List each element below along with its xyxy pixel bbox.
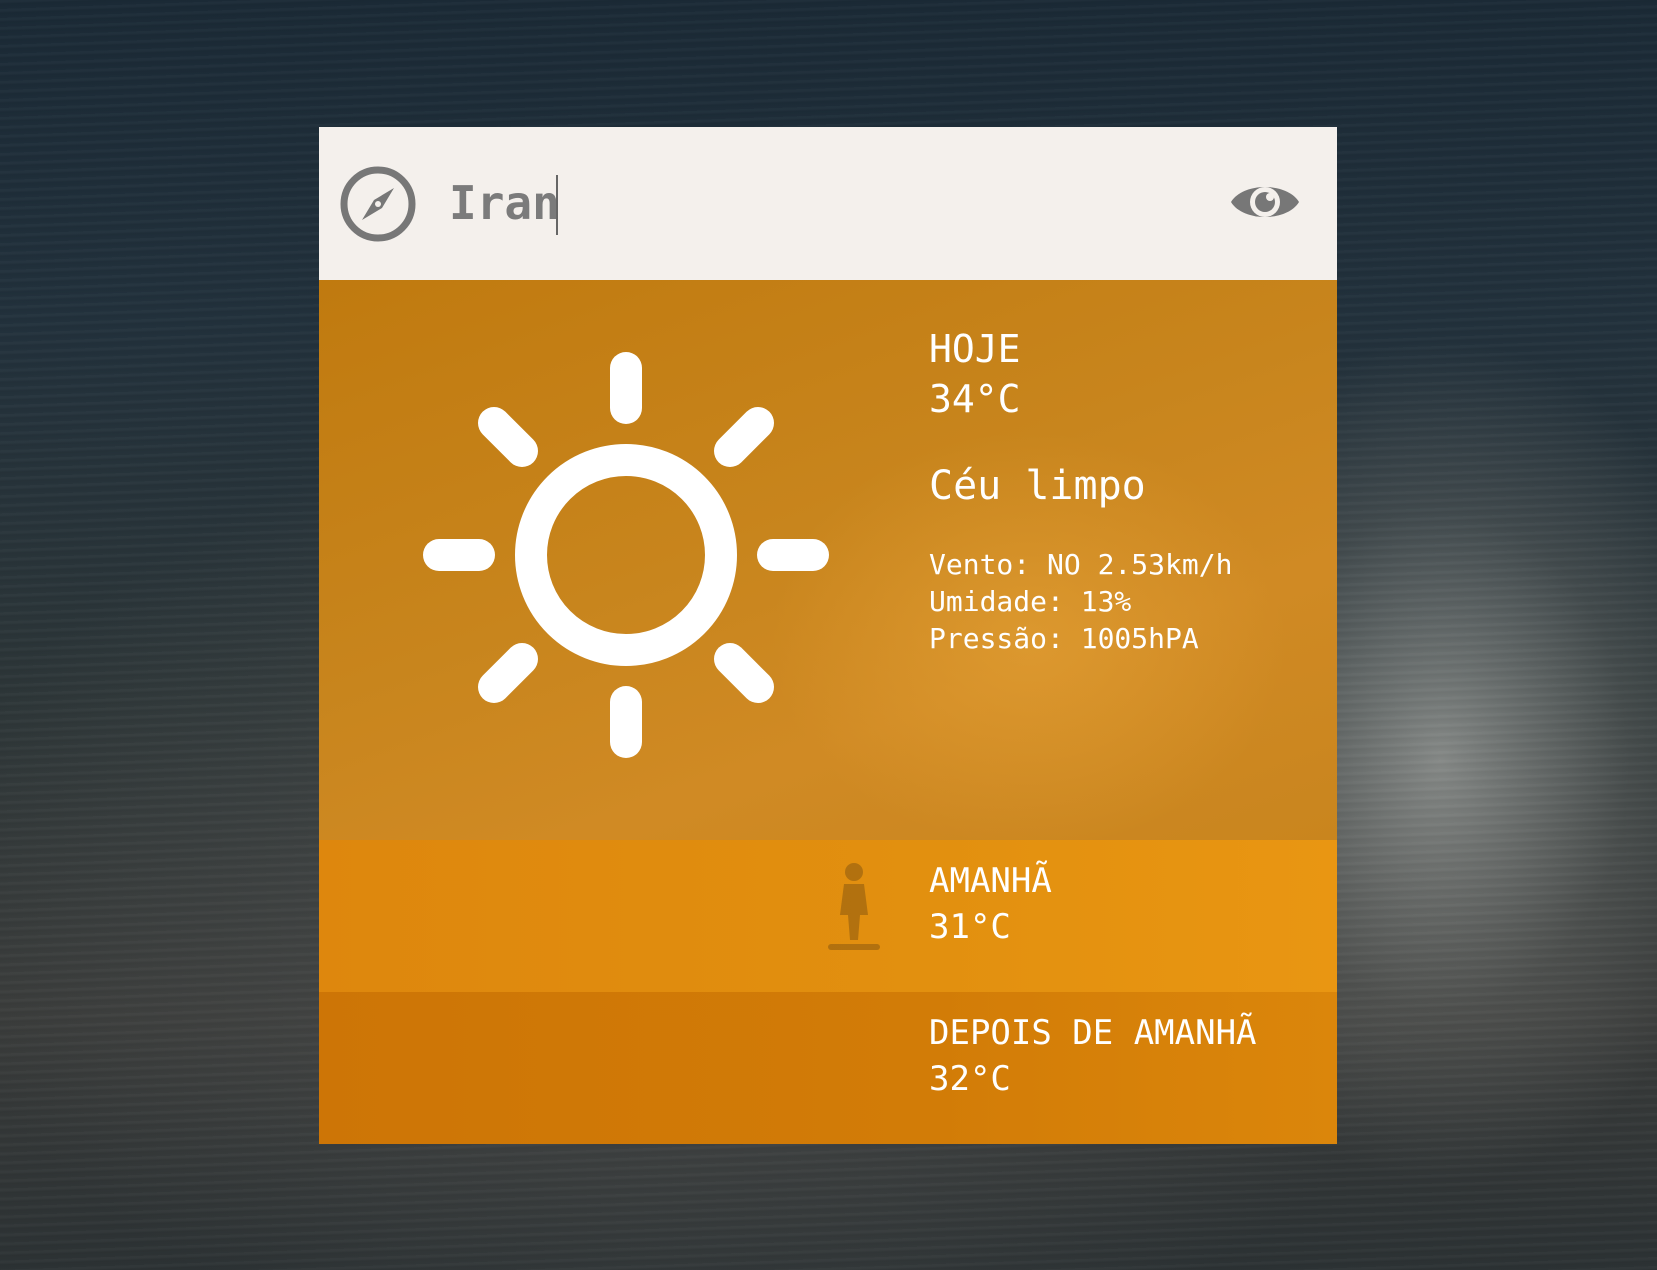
search-bar xyxy=(319,127,1337,280)
today-forecast-panel: HOJE 34°C Céu limpo Vento: NO 2.53km/h U… xyxy=(319,280,1337,840)
tomorrow-temperature: 31°C xyxy=(929,907,1011,947)
after-tomorrow-forecast-row: DEPOIS DE AMANHÃ 32°C xyxy=(319,992,1337,1144)
text-caret xyxy=(556,175,558,235)
eye-icon[interactable] xyxy=(1229,175,1301,229)
after-tomorrow-info: DEPOIS DE AMANHÃ 32°C xyxy=(929,1010,1257,1102)
wind-text: Vento: NO 2.53km/h xyxy=(929,548,1233,581)
weather-description: Céu limpo xyxy=(929,463,1146,509)
today-label: HOJE xyxy=(929,327,1021,371)
after-tomorrow-temperature: 32°C xyxy=(929,1059,1011,1099)
location-search-input[interactable] xyxy=(449,167,1149,239)
pressure-text: Pressão: 1005hPA xyxy=(929,622,1199,655)
sun-icon xyxy=(423,352,829,758)
tomorrow-label: AMANHÃ xyxy=(929,861,1052,901)
weather-card: HOJE 34°C Céu limpo Vento: NO 2.53km/h U… xyxy=(319,127,1337,1145)
today-temperature: 34°C xyxy=(929,377,1021,421)
today-info: HOJE 34°C Céu limpo Vento: NO 2.53km/h U… xyxy=(929,324,1232,657)
tomorrow-info: AMANHÃ 31°C xyxy=(929,858,1052,950)
weather-details: Vento: NO 2.53km/h Umidade: 13% Pressão:… xyxy=(929,546,1232,657)
compass-icon[interactable] xyxy=(339,165,417,243)
tomorrow-forecast-row: AMANHÃ 31°C xyxy=(319,840,1337,992)
surfer-silhouette xyxy=(828,863,880,950)
after-tomorrow-label: DEPOIS DE AMANHÃ xyxy=(929,1013,1257,1053)
humidity-text: Umidade: 13% xyxy=(929,585,1132,618)
